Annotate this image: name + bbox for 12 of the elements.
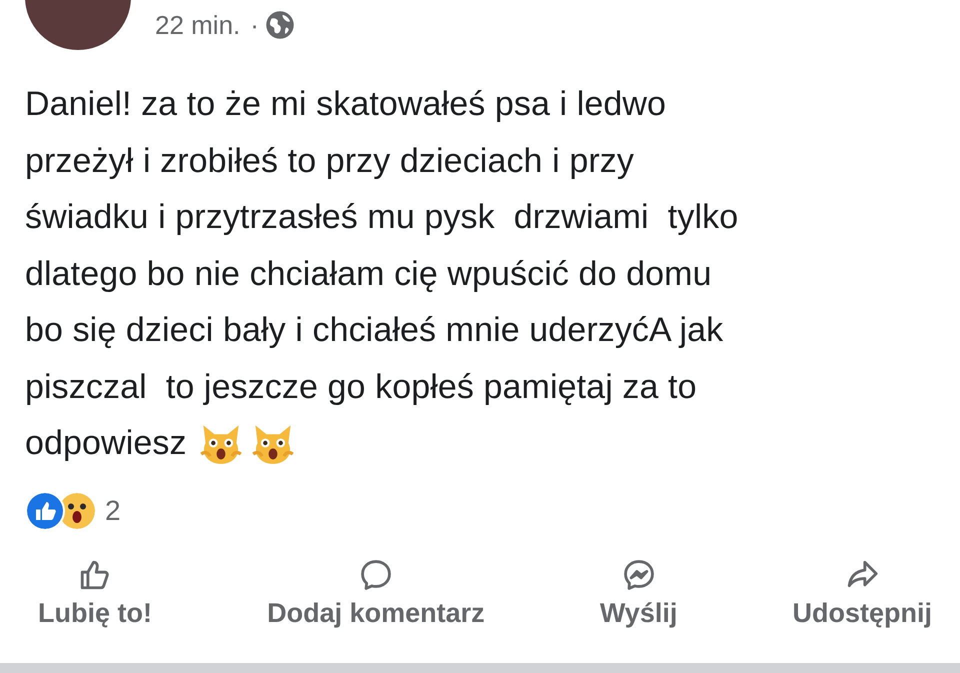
share-button[interactable]: Udostępnij — [792, 558, 932, 628]
post-text: Daniel! za to że mi skatowałeś psa i ledwo przeżył i zrobiłeś to przy dzieciach i przy świadku i przytrzasłeś mu pysk drzwiami tylko dlatego bo nie chciałam cię wpuścić do domu bo się dzieci bały i chciałeś mnie uderzyćA jak piszczal to jeszcze go kopłeś pamiętaj za to odpowiesz — [0, 76, 960, 472]
thumbs-up-icon — [25, 490, 65, 530]
comment-button[interactable]: Dodaj komentarz — [267, 558, 485, 628]
separator-dot: · — [250, 10, 259, 40]
messenger-icon — [622, 558, 656, 592]
speech-bubble-icon — [358, 558, 393, 592]
globe-icon — [264, 10, 295, 40]
like-button[interactable]: Lubię to! — [38, 558, 152, 628]
send-button[interactable]: Wyślij — [600, 558, 678, 628]
reaction-count[interactable]: 2 — [105, 494, 121, 526]
post-time[interactable]: 22 min. — [155, 10, 240, 40]
